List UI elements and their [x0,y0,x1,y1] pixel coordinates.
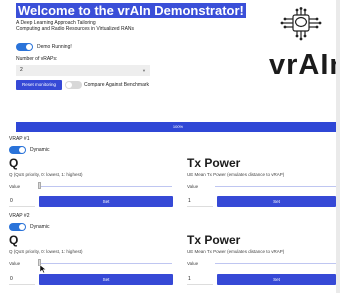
progress-label: 100% [172,124,184,129]
vrap-2-dynamic-label: Dynamic [30,224,50,230]
vrap-2-q-input[interactable]: 0 [9,274,35,285]
vrap-2-q-value-label: Value [9,261,21,266]
vrap-1-tx-set-button[interactable]: Set [217,196,336,207]
vrap-1-q-input[interactable]: 0 [9,196,35,207]
vrap-1-tx-slider-track[interactable] [215,186,336,187]
vrap-1-tx-value-label: Value [187,184,199,189]
scrollbar[interactable] [336,0,340,293]
vrap-1-q-set-button[interactable]: Set [39,196,173,207]
page-title: Welcome to the vrAIn Demonstrator! [16,3,246,18]
vrap-1-q-title: Q [9,156,19,170]
chevron-down-icon: ▼ [142,68,146,73]
vrap-2-tx-input[interactable]: 1 [187,274,213,285]
vrap-1-dynamic-label: Dynamic [30,147,50,153]
num-vraps-select[interactable]: 2 ▼ [16,65,150,76]
progress-bar: 100% [16,122,340,132]
mouse-pointer-icon [39,261,47,274]
toggle-knob [19,147,25,153]
brain-chip-icon [276,7,326,41]
vrap-2-tx-value-label: Value [187,261,199,266]
vrap-1-tx-title: Tx Power [187,156,241,170]
compare-benchmark-toggle[interactable] [65,81,82,89]
vrap-1-q-slider-thumb[interactable] [38,182,41,189]
vrap-1-tx-input[interactable]: 1 [187,196,213,207]
vrap-2-title: VRAP #2 [9,213,30,219]
vrap-1-q-slider-track [38,186,172,187]
vrap-2-tx-slider-track[interactable] [215,263,336,264]
vrap-2-tx-set-button[interactable]: Set [217,274,336,285]
vrap-1-q-value-label: Value [9,184,21,189]
toggle-knob [19,224,25,230]
num-vraps-label: Number of vRAPs: [16,56,58,62]
logo-text: vrAIn [269,49,340,81]
num-vraps-value: 2 [20,67,23,73]
vrap-1-tx-desc: UE Mean Tx Power (emulates distance to v… [187,172,285,177]
vrap-2-q-slider-track [38,263,172,264]
vrap-2-dynamic-toggle[interactable] [9,223,26,231]
demo-running-toggle[interactable] [16,43,33,51]
subtitle-line-2: Computing and Radio Resources in Virtual… [16,26,135,32]
vrap-1-q-desc: Q (QoS priority, 0: lowest, 1: highest) [9,172,83,177]
reset-monitoring-button[interactable]: Reset monitoring [16,80,62,90]
vrap-2-tx-desc: UE Mean Tx Power (emulates distance to v… [187,249,285,254]
vrap-2-q-set-button[interactable]: Set [39,274,173,285]
vrap-1-title: VRAP #1 [9,136,30,142]
compare-benchmark-label: Compare Against Benchmark [84,82,150,88]
vrap-1-dynamic-toggle[interactable] [9,146,26,154]
vrap-2-q-title: Q [9,233,19,247]
demo-running-label: Demo Running! [37,44,72,50]
toggle-knob [66,82,72,88]
vrap-2-q-desc: Q (QoS priority, 0: lowest, 1: highest) [9,249,83,254]
vrap-2-tx-title: Tx Power [187,233,241,247]
toggle-knob [26,44,32,50]
